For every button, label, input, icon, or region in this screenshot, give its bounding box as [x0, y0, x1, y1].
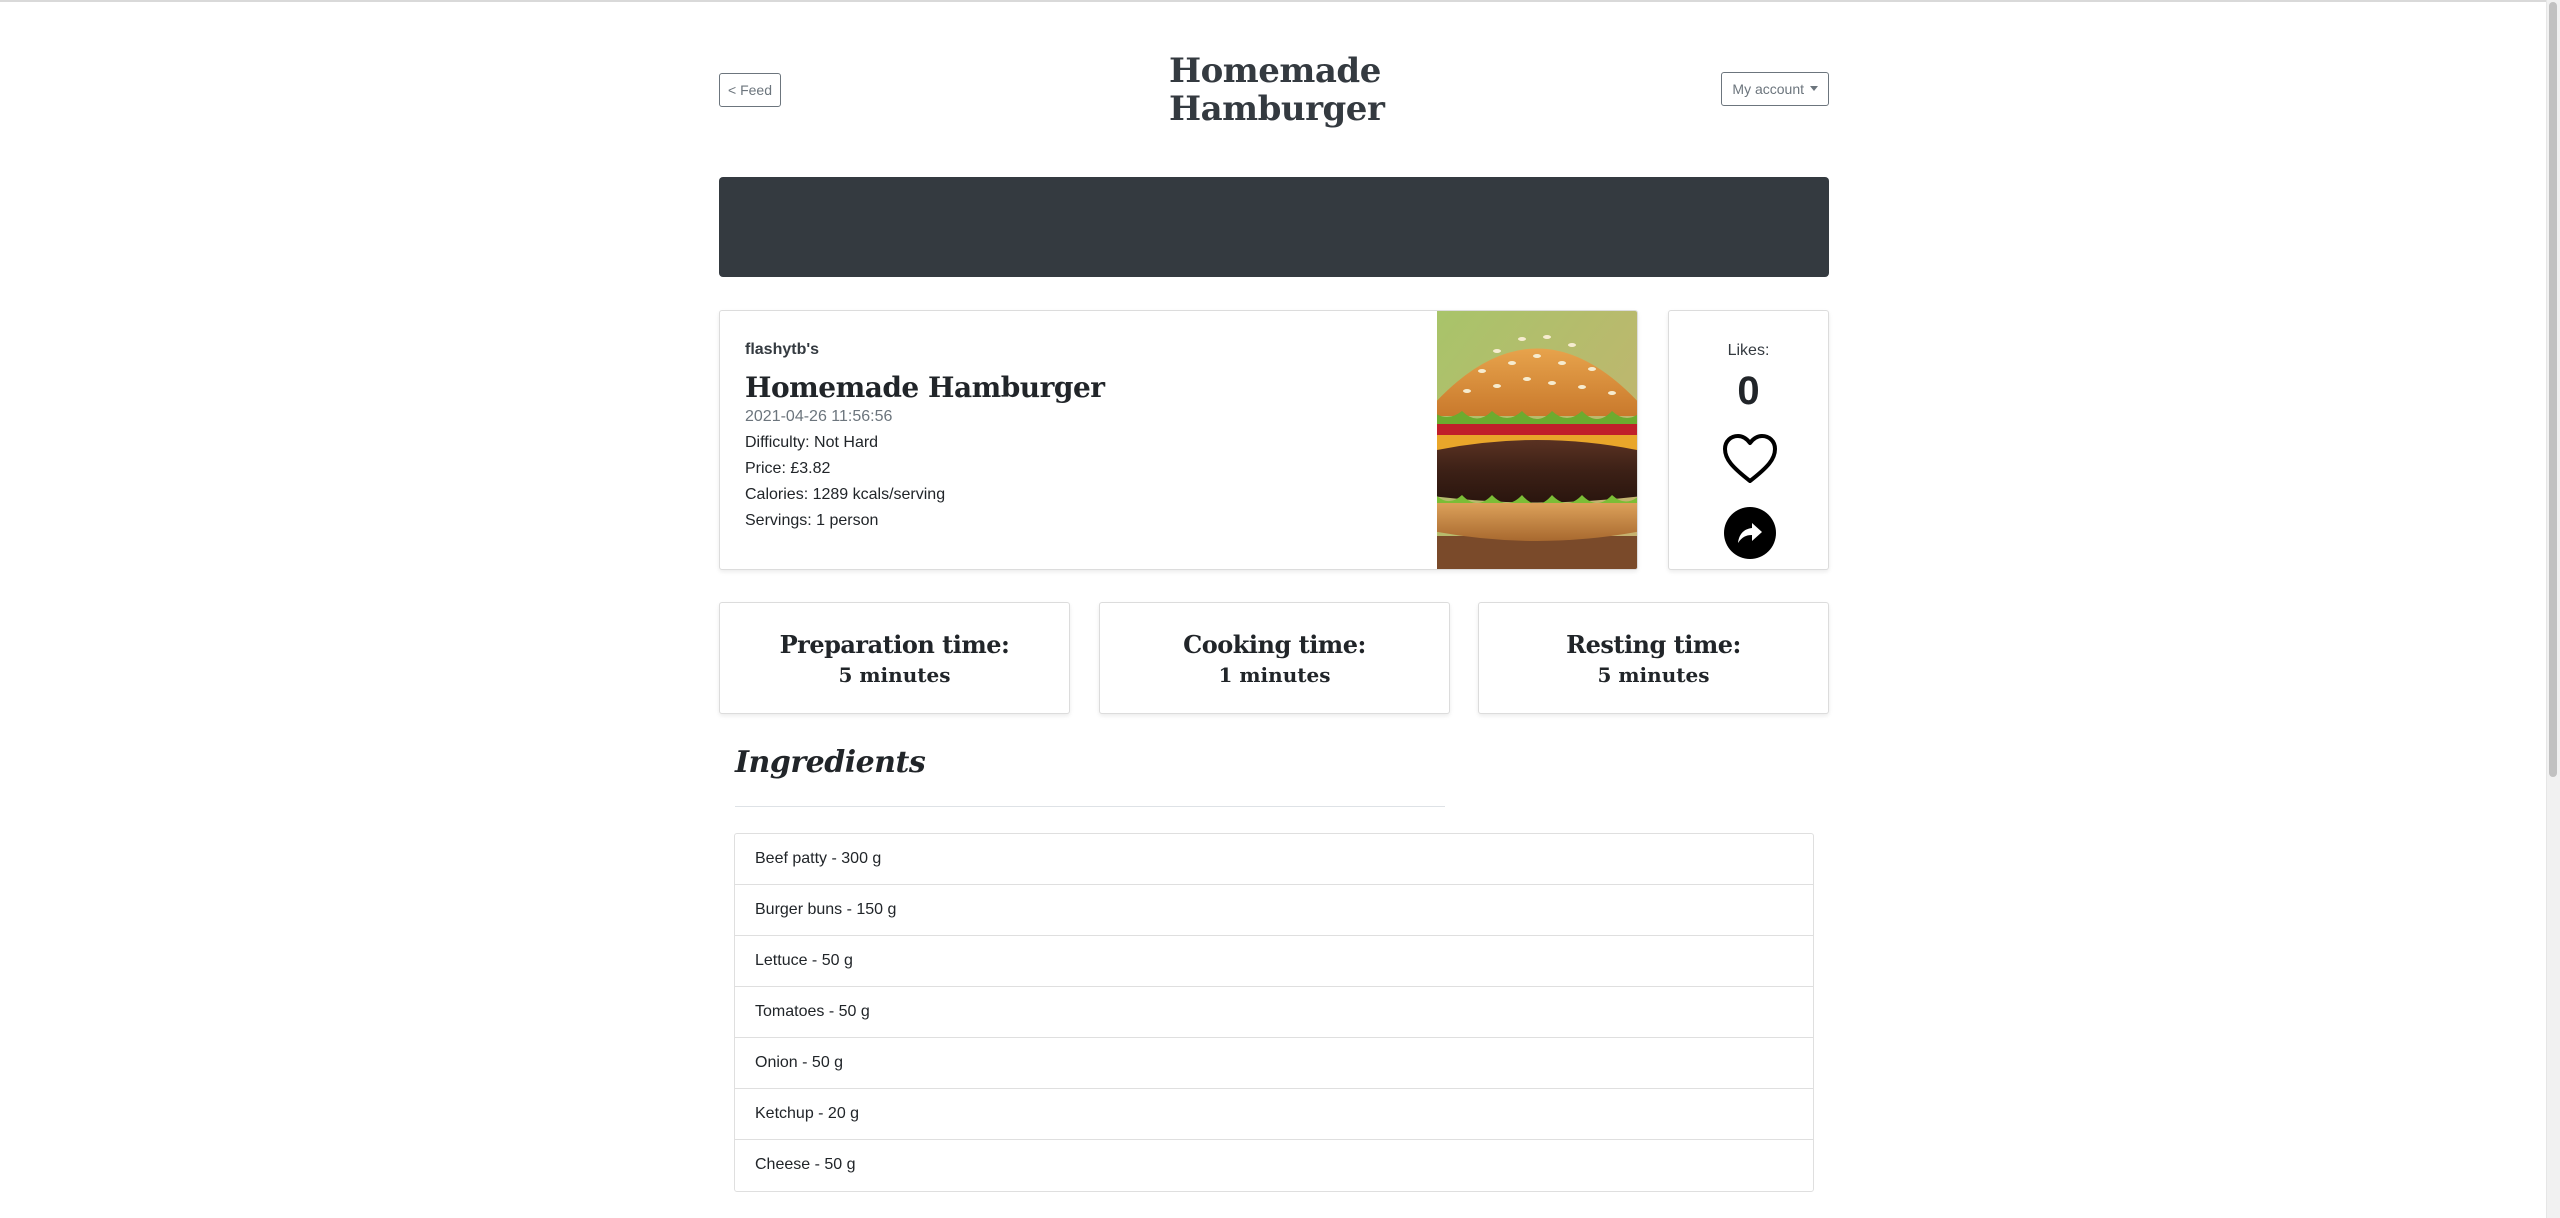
resting-time-label: Resting time: — [1566, 630, 1741, 659]
resting-time-card: Resting time: 5 minutes — [1478, 602, 1829, 714]
ingredient-item: Onion - 50 g — [735, 1038, 1813, 1089]
ingredient-item: Burger buns - 150 g — [735, 885, 1813, 936]
cooking-time-label: Cooking time: — [1183, 630, 1366, 659]
preparation-time-value: 5 minutes — [838, 663, 951, 687]
page-title: Homemade Hamburger — [719, 52, 1829, 128]
ingredients-heading: Ingredients — [735, 745, 926, 780]
ingredient-item: Beef patty - 300 g — [735, 834, 1813, 885]
share-button[interactable] — [1724, 507, 1776, 559]
recipe-price: Price: £3.82 — [745, 460, 831, 477]
ingredient-item: Tomatoes - 50 g — [735, 987, 1813, 1038]
ingredient-list: Beef patty - 300 g Burger buns - 150 g L… — [734, 833, 1814, 1192]
ingredient-item: Cheese - 50 g — [755, 1156, 856, 1173]
vertical-scrollbar[interactable] — [2546, 0, 2560, 1218]
recipe-info: flashytb's Homemade Hamburger 2021-04-26… — [745, 341, 1105, 530]
likes-count: 0 — [1737, 369, 1760, 413]
resting-time-value: 5 minutes — [1597, 663, 1710, 687]
my-account-label: My account — [1732, 81, 1804, 97]
ingredients-divider — [735, 806, 1445, 807]
recipe-name: Homemade Hamburger — [745, 371, 1105, 404]
ingredient-item: Lettuce - 50 g — [735, 936, 1813, 987]
recipe-servings: Servings: 1 person — [745, 512, 879, 529]
cooking-time-value: 1 minutes — [1218, 663, 1331, 687]
scrollbar-thumb[interactable] — [2549, 2, 2557, 777]
recipe-calories: Calories: 1289 kcals/serving — [745, 486, 946, 503]
preparation-time-label: Preparation time: — [779, 630, 1010, 659]
recipe-difficulty: Difficulty: Not Hard — [745, 434, 879, 451]
header: < Feed Homemade Hamburger My account — [719, 0, 1829, 160]
recipe-photo — [1437, 311, 1637, 569]
page-container: < Feed Homemade Hamburger My account fla… — [719, 0, 1829, 1192]
ingredient-item: Ketchup - 20 g — [735, 1089, 1813, 1140]
page-title-text: Homemade Hamburger — [1169, 51, 1385, 129]
likes-card: Likes: 0 — [1668, 310, 1829, 570]
share-arrow-icon — [1738, 523, 1762, 543]
cooking-time-card: Cooking time: 1 minutes — [1099, 602, 1450, 714]
my-account-dropdown[interactable]: My account — [1721, 72, 1829, 106]
recipe-author: flashytb's — [745, 341, 820, 358]
likes-label: Likes: — [1727, 342, 1770, 359]
preparation-time-card: Preparation time: 5 minutes — [719, 602, 1070, 714]
caret-down-icon — [1810, 85, 1818, 91]
heart-outline-icon[interactable] — [1722, 433, 1778, 485]
recipe-summary-card: flashytb's Homemade Hamburger 2021-04-26… — [719, 310, 1638, 570]
recipe-date: 2021-04-26 11:56:56 — [745, 408, 893, 425]
dark-banner — [719, 177, 1829, 277]
